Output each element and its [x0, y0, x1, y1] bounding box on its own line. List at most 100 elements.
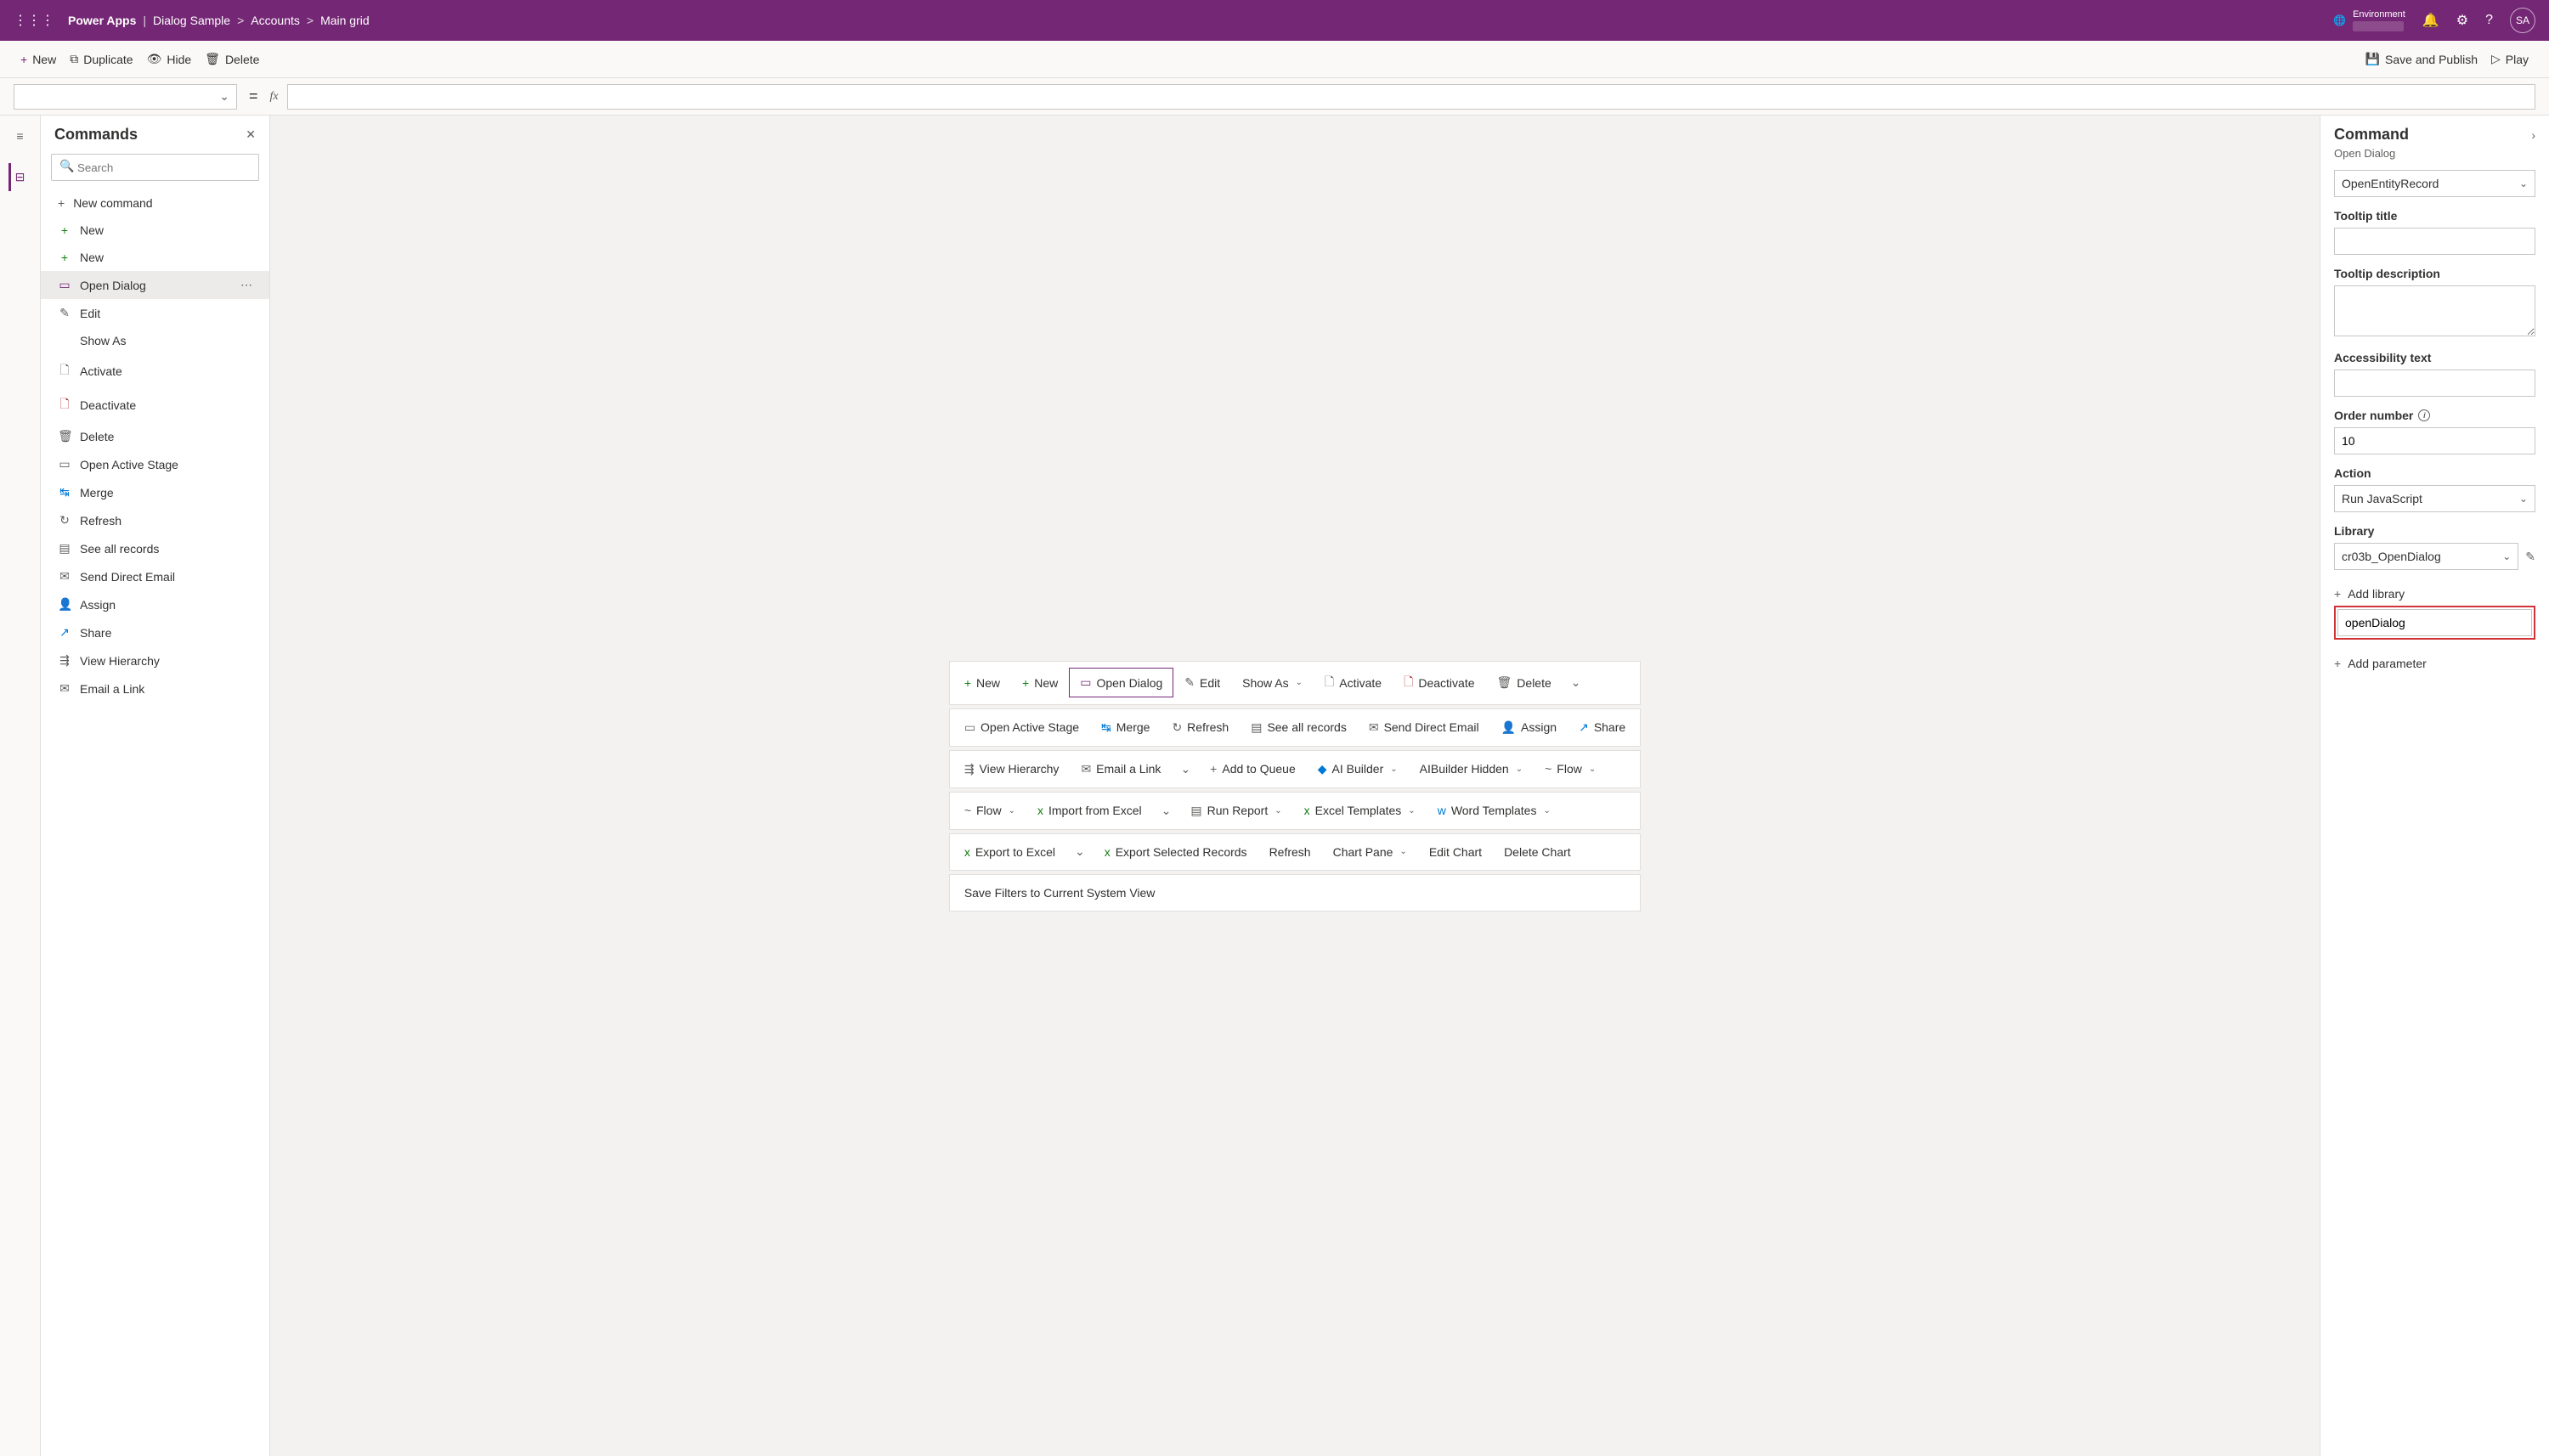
environment-picker[interactable]: 🌐 Environment — [2333, 9, 2405, 31]
bar-button-label: Open Dialog — [1096, 676, 1162, 690]
crumb-2[interactable]: Main grid — [320, 14, 370, 27]
command-item[interactable]: +New — [41, 244, 269, 271]
hamburger-icon[interactable]: ≡ — [9, 122, 30, 150]
bar-button[interactable]: +Add to Queue — [1199, 754, 1307, 783]
order-number-input[interactable] — [2334, 427, 2535, 454]
overflow-chevron[interactable]: ⌄ — [1563, 669, 1590, 697]
bar-button[interactable]: +New — [953, 669, 1011, 697]
more-icon[interactable]: ⋯ — [240, 278, 252, 292]
command-item[interactable]: ▤See all records — [41, 534, 269, 562]
add-parameter-button[interactable]: + Add parameter — [2334, 652, 2535, 675]
trash-icon: 🗑 — [205, 52, 220, 66]
bar-button[interactable]: ▭ Open Dialog — [1069, 668, 1173, 697]
command-item[interactable]: ↗Share — [41, 618, 269, 646]
crumb-0[interactable]: Dialog Sample — [153, 14, 230, 27]
command-item[interactable]: 🗑Delete — [41, 422, 269, 450]
new-button[interactable]: +New — [14, 48, 63, 71]
command-item[interactable]: ↹Merge — [41, 478, 269, 506]
formula-input[interactable] — [287, 84, 2535, 110]
bar-button[interactable]: AIBuilder Hidden⌄ — [1409, 754, 1534, 783]
app-launcher-icon[interactable]: ⋮⋮⋮ — [7, 5, 61, 36]
bar-button[interactable]: 👤Assign — [1490, 713, 1568, 742]
bar-button[interactable]: Save Filters to Current System View — [953, 878, 1167, 907]
bar-button[interactable]: xExport to Excel — [953, 838, 1066, 866]
command-item[interactable]: ✎Edit — [41, 299, 269, 327]
bar-button[interactable]: xImport from Excel — [1026, 796, 1153, 825]
bar-button[interactable]: ↗Share — [1568, 713, 1636, 742]
bar-button[interactable]: +New — [1011, 669, 1069, 697]
add-library-button[interactable]: + Add library — [2334, 582, 2535, 606]
function-name-input[interactable] — [2337, 609, 2532, 636]
bar-button[interactable]: Refresh — [1258, 838, 1322, 866]
bar-button[interactable]: ▤See all records — [1240, 713, 1358, 742]
bar-button[interactable]: ▤Run Report⌄ — [1179, 796, 1292, 826]
settings-icon[interactable]: ⚙ — [2456, 12, 2468, 29]
bar-button[interactable]: ◆AI Builder⌄ — [1307, 754, 1409, 784]
bar-button[interactable]: ⇶View Hierarchy — [953, 754, 1071, 784]
command-item[interactable]: ▭Open Active Stage — [41, 450, 269, 478]
overflow-chevron[interactable]: ⌄ — [1153, 797, 1180, 825]
bar-button[interactable]: xExcel Templates⌄ — [1293, 796, 1427, 825]
plus-icon: + — [2334, 657, 2341, 670]
tooltip-desc-input[interactable] — [2334, 285, 2535, 336]
property-selector[interactable]: ⌄ — [14, 84, 237, 110]
chevron-down-icon: ⌄ — [1516, 765, 1523, 774]
command-item[interactable]: 🗋Activate — [41, 354, 269, 388]
bar-button[interactable]: ↹Merge — [1090, 713, 1161, 742]
library-select[interactable]: cr03b_OpenDialog ⌄ — [2334, 543, 2518, 570]
action-select[interactable]: Run JavaScript ⌄ — [2334, 485, 2535, 512]
plus-icon: + — [20, 53, 27, 66]
bar-button-icon: ▭ — [1080, 675, 1091, 690]
tree-view-icon[interactable]: ⊟ — [8, 163, 32, 191]
command-item[interactable]: ▭Open Dialog⋯ — [41, 271, 269, 299]
command-item[interactable]: Show As — [41, 327, 269, 354]
avatar[interactable]: SA — [2510, 8, 2535, 33]
bar-button[interactable]: ~Flow⌄ — [953, 796, 1026, 825]
overflow-chevron[interactable]: ⌄ — [1172, 755, 1199, 783]
bar-button[interactable]: Show As⌄ — [1231, 669, 1314, 697]
command-item-label: Delete — [80, 430, 114, 443]
bar-button[interactable]: xExport Selected Records — [1094, 838, 1258, 866]
new-command-button[interactable]: + New command — [41, 189, 269, 217]
bar-button[interactable]: Delete Chart — [1493, 838, 1582, 866]
info-icon[interactable]: i — [2418, 409, 2430, 421]
bar-button[interactable]: ✉Email a Link — [1070, 754, 1172, 784]
accessibility-text-input[interactable] — [2334, 370, 2535, 397]
bar-button[interactable]: ✉Send Direct Email — [1358, 713, 1490, 742]
duplicate-button[interactable]: ⧉Duplicate — [63, 47, 139, 71]
bar-button[interactable]: ~Flow⌄ — [1534, 754, 1607, 783]
bar-button-label: Send Direct Email — [1384, 720, 1479, 734]
icon-select[interactable]: OpenEntityRecord ⌄ — [2334, 170, 2535, 197]
overflow-chevron[interactable]: ⌄ — [1066, 838, 1094, 866]
bar-button[interactable]: 🗋Deactivate — [1393, 665, 1485, 701]
bar-button[interactable]: Edit Chart — [1418, 838, 1493, 866]
bar-button[interactable]: Chart Pane⌄ — [1322, 838, 1418, 866]
tooltip-title-input[interactable] — [2334, 228, 2535, 255]
bar-button[interactable]: 🗋Activate — [1314, 665, 1393, 701]
bar-button[interactable]: wWord Templates⌄ — [1427, 796, 1562, 825]
command-item[interactable]: ✉Email a Link — [41, 674, 269, 703]
command-item[interactable]: 🗋Deactivate — [41, 388, 269, 422]
play-button[interactable]: ▷Play — [2484, 47, 2535, 71]
command-item[interactable]: ↻Refresh — [41, 506, 269, 534]
help-icon[interactable]: ? — [2485, 13, 2493, 28]
notifications-icon[interactable]: 🔔 — [2422, 12, 2439, 29]
bar-button[interactable]: ▭Open Active Stage — [953, 713, 1090, 742]
crumb-1[interactable]: Accounts — [251, 14, 300, 27]
command-item[interactable]: ✉Send Direct Email — [41, 562, 269, 590]
search-input[interactable] — [51, 154, 259, 181]
command-item[interactable]: 👤Assign — [41, 590, 269, 618]
bar-button[interactable]: 🗑Delete — [1486, 668, 1563, 697]
bar-button[interactable]: ↻Refresh — [1161, 713, 1240, 742]
save-publish-button[interactable]: 💾Save and Publish — [2359, 47, 2484, 71]
command-item-icon: 🗋 — [58, 395, 71, 415]
edit-library-icon[interactable]: ✎ — [2525, 550, 2535, 564]
chevron-right-icon[interactable]: › — [2531, 128, 2535, 142]
bar-button[interactable]: ✎Edit — [1173, 668, 1231, 697]
delete-button[interactable]: 🗑Delete — [198, 47, 266, 71]
hide-button[interactable]: 👁Hide — [140, 47, 199, 71]
bar-button-label: Excel Templates — [1315, 804, 1402, 817]
command-item[interactable]: +New — [41, 217, 269, 244]
close-icon[interactable]: ✕ — [246, 127, 256, 142]
command-item[interactable]: ⇶View Hierarchy — [41, 646, 269, 674]
